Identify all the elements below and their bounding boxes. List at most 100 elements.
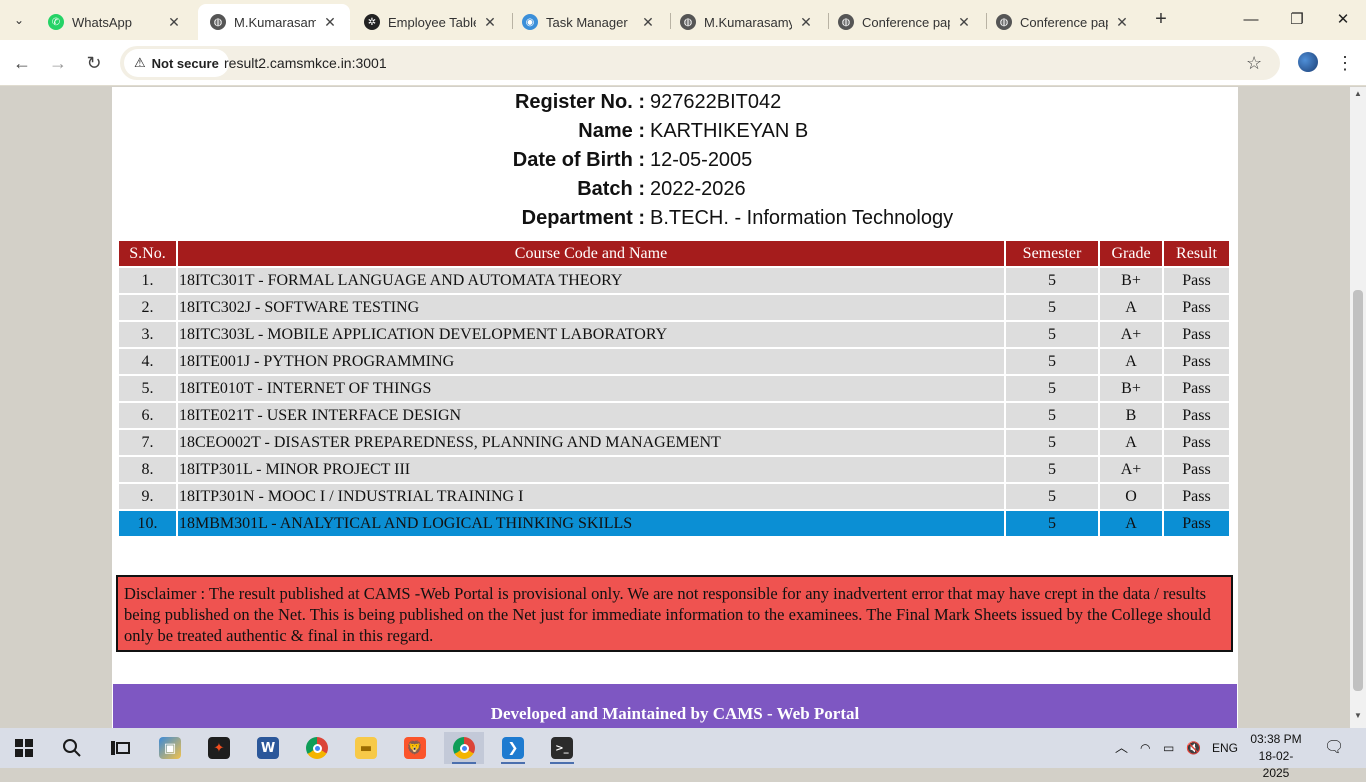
table-row: 6. 18ITE021T - USER INTERFACE DESIGN 5 B Pas… (119, 403, 1229, 428)
cell-course: 18ITP301N - MOOC I / INDUSTRIAL TRAINING… (178, 484, 1004, 509)
tab-close-icon[interactable]: ✕ (640, 14, 656, 31)
tab-whatsapp[interactable]: ✆ WhatsApp ✕ (36, 4, 194, 40)
cell-sno: 8. (119, 457, 176, 482)
header-sno: S.No. (119, 241, 176, 266)
wifi-icon[interactable]: ◠ (1140, 728, 1150, 768)
vertical-scrollbar[interactable]: ▲ ▼ (1350, 87, 1366, 728)
cell-result: Pass (1164, 511, 1229, 536)
cell-course: 18ITP301L - MINOR PROJECT III (178, 457, 1004, 482)
openai-icon: ✲ (364, 14, 380, 30)
profile-avatar[interactable] (1298, 52, 1318, 72)
volume-muted-icon[interactable]: 🔇 (1186, 728, 1201, 768)
minimize-button[interactable]: — (1228, 6, 1274, 34)
cell-grade: B+ (1100, 376, 1162, 401)
table-row: 2. 18ITC302J - SOFTWARE TESTING 5 A Pass (119, 295, 1229, 320)
table-header-row: S.No. Course Code and Name Semester Grad… (119, 241, 1229, 266)
word-app-icon[interactable]: W (248, 732, 288, 764)
tab-close-icon[interactable]: ✕ (956, 14, 972, 31)
tab-search-chevron-icon[interactable]: ⌄ (6, 6, 32, 34)
scroll-thumb[interactable] (1353, 290, 1363, 691)
table-row: 9. 18ITP301N - MOOC I / INDUSTRIAL TRAINI… (119, 484, 1229, 509)
table-row: 4. 18ITE001J - PYTHON PROGRAMMING 5 A Pass (119, 349, 1229, 374)
table-row: 8. 18ITP301L - MINOR PROJECT III 5 A+ Pass (119, 457, 1229, 482)
dob-label: Date of Birth : (512, 149, 645, 171)
task-view-icon[interactable] (100, 732, 140, 764)
scroll-down-arrow-icon[interactable]: ▼ (1350, 711, 1366, 725)
site-security-chip[interactable]: ⚠ Not secure (124, 49, 229, 77)
reload-button[interactable]: ↻ (81, 50, 107, 76)
cell-sno: 7. (119, 430, 176, 455)
tab-employee-table[interactable]: ✲ Employee Table ✕ (352, 4, 510, 40)
register-no-label: Register No. : (514, 91, 645, 113)
clock-date: 18-02-2025 (1258, 749, 1294, 780)
browser-toolbar: ← → ↻ ⚠ Not secure result2.camsmkce.in:3… (0, 40, 1366, 86)
terminal-icon: >_ (551, 737, 573, 759)
tray-overflow-icon[interactable]: ︿ (1115, 728, 1128, 768)
globe-icon: ◍ (996, 14, 1012, 30)
address-bar[interactable]: ⚠ Not secure result2.camsmkce.in:3001 ☆ (120, 46, 1280, 80)
chrome-active-app-icon[interactable] (444, 732, 484, 764)
batch-value: 2022-2026 (650, 178, 746, 200)
start-button[interactable] (4, 732, 44, 764)
system-clock[interactable]: 03:38 PM 18-02-2025 (1246, 731, 1306, 782)
terminal-app-icon[interactable]: >_ (542, 732, 582, 764)
cell-course: 18ITE001J - PYTHON PROGRAMMING (178, 349, 1004, 374)
tab-close-icon[interactable]: ✕ (1114, 14, 1130, 31)
browser-menu-icon[interactable]: ⋮ (1336, 50, 1354, 76)
cell-course: 18ITC301T - FORMAL LANGUAGE AND AUTOMATA… (178, 268, 1004, 293)
cell-sno: 1. (119, 268, 176, 293)
close-window-button[interactable]: ✕ (1320, 6, 1366, 34)
disclaimer-box: Disclaimer : The result published at CAM… (116, 575, 1233, 652)
cell-semester: 5 (1006, 295, 1098, 320)
back-button[interactable]: ← (9, 50, 35, 76)
tab-conference-paper-1[interactable]: ◍ Conference pap ✕ (826, 4, 984, 40)
cell-result: Pass (1164, 322, 1229, 347)
tab-mkumarasamy-active[interactable]: ◍ M.Kumarasamy C ✕ (198, 4, 350, 40)
chrome-app-icon[interactable] (297, 732, 337, 764)
table-row: 7. 18CEO002T - DISASTER PREPAREDNESS, PLA… (119, 430, 1229, 455)
brave-app-icon[interactable]: 🦁 (395, 732, 435, 764)
cell-grade: A+ (1100, 322, 1162, 347)
cell-semester: 5 (1006, 430, 1098, 455)
photos-app-icon[interactable]: ▣ (150, 732, 190, 764)
bookmark-star-icon[interactable]: ☆ (1246, 46, 1262, 80)
battery-icon[interactable]: ▭ (1163, 728, 1174, 768)
task-view-glyph (111, 741, 130, 755)
tab-close-icon[interactable]: ✕ (798, 14, 814, 31)
forward-button[interactable]: → (45, 50, 71, 76)
cell-grade: A (1100, 349, 1162, 374)
scroll-up-arrow-icon[interactable]: ▲ (1350, 89, 1366, 103)
taskbar-search-icon[interactable] (52, 732, 92, 764)
cell-sno: 4. (119, 349, 176, 374)
tab-close-icon[interactable]: ✕ (322, 14, 338, 31)
tab-close-icon[interactable]: ✕ (482, 14, 498, 31)
maximize-button[interactable]: ❐ (1274, 6, 1320, 34)
header-semester: Semester (1006, 241, 1098, 266)
tab-task-manager[interactable]: ◉ Task Manager ✕ (510, 4, 668, 40)
cell-grade: A (1100, 430, 1162, 455)
search-icon (63, 739, 81, 757)
cell-grade: B+ (1100, 268, 1162, 293)
cell-semester: 5 (1006, 322, 1098, 347)
cell-course: 18ITC302J - SOFTWARE TESTING (178, 295, 1004, 320)
new-tab-button[interactable]: + (1150, 8, 1172, 32)
figma-app-icon[interactable]: ✦ (199, 732, 239, 764)
tab-close-icon[interactable]: ✕ (166, 14, 182, 31)
language-indicator[interactable]: ENG (1212, 728, 1238, 768)
chrome-icon (306, 737, 328, 759)
department-label: Department : (521, 207, 645, 229)
tab-conference-paper-2[interactable]: ◍ Conference pap ✕ (984, 4, 1142, 40)
tab-mkumarasamy-2[interactable]: ◍ M.Kumarasamy C ✕ (668, 4, 826, 40)
globe-icon: ◍ (210, 14, 226, 30)
brave-icon: 🦁 (404, 737, 426, 759)
chrome-active-icon (453, 737, 475, 759)
file-explorer-app-icon[interactable]: ▬ (346, 732, 386, 764)
url-text[interactable]: result2.camsmkce.in:3001 (224, 46, 387, 80)
notification-icon[interactable]: 🗨 (1324, 728, 1344, 768)
table-row: 3. 18ITC303L - MOBILE APPLICATION DEVELOP… (119, 322, 1229, 347)
cell-result: Pass (1164, 349, 1229, 374)
vscode-app-icon[interactable]: ❯ (493, 732, 533, 764)
table-row: 10. 18MBM301L - ANALYTICAL AND LOGICAL TH… (119, 511, 1229, 536)
dob-value: 12-05-2005 (650, 149, 753, 171)
table-row: 1. 18ITC301T - FORMAL LANGUAGE AND AUTOMA… (119, 268, 1229, 293)
